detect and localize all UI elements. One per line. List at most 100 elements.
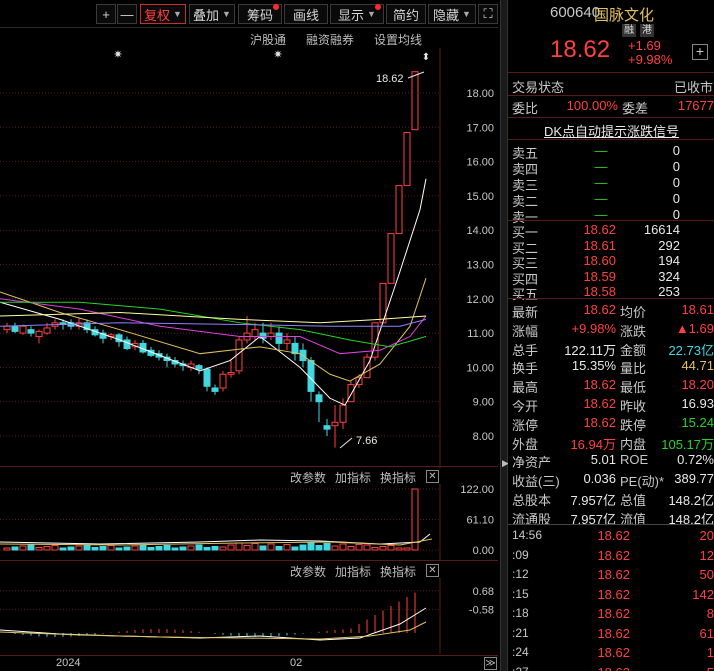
stat-value: 15.24 bbox=[681, 414, 714, 430]
hk-connect-badge: 港 bbox=[640, 24, 654, 37]
volume-bar bbox=[35, 547, 43, 551]
volume-bar bbox=[299, 544, 307, 551]
notification-dot-icon bbox=[375, 4, 381, 10]
panel-divider[interactable]: ▶ bbox=[500, 0, 509, 671]
volume-bar bbox=[147, 547, 155, 551]
hgt-link[interactable]: 沪股通 bbox=[250, 31, 286, 48]
volume-bar bbox=[219, 546, 227, 551]
scroll-end-icon[interactable]: ≫ bbox=[484, 657, 497, 670]
stat-value: 148.2亿 bbox=[668, 493, 714, 508]
indicator-panel-bar: 改参数 加指标 换指标 ✕ bbox=[0, 560, 498, 579]
stat-label: 量比 bbox=[620, 361, 647, 377]
stock-name[interactable]: 国脉文化 bbox=[594, 4, 654, 25]
volume-bar bbox=[315, 545, 323, 551]
tick-price: 18.62 bbox=[597, 528, 630, 543]
candle-body bbox=[331, 421, 339, 427]
event-marker-icon: ✷ bbox=[113, 49, 122, 61]
zoom-out-button[interactable]: — bbox=[117, 4, 137, 24]
candle-body bbox=[19, 325, 27, 334]
tick-price: 18.62 bbox=[597, 606, 630, 621]
stat-label: 涨停 bbox=[512, 417, 539, 433]
tick-volume: 50 bbox=[699, 567, 714, 582]
tick-volume: 142 bbox=[692, 586, 714, 602]
bid-price: 18.62 bbox=[583, 222, 616, 237]
low-price-label: 7.66 bbox=[356, 435, 377, 447]
bid-level-label: 买五 bbox=[512, 287, 539, 302]
bid-volume: 16614 bbox=[643, 222, 680, 237]
divider bbox=[508, 139, 714, 140]
y-tick-label: 9.00 bbox=[473, 397, 494, 409]
candle-body bbox=[339, 404, 347, 423]
bid-volume: 324 bbox=[658, 268, 680, 284]
tick-volume: 61 bbox=[699, 625, 714, 641]
y-tick-label: 122.00 bbox=[460, 484, 494, 496]
volume-chart[interactable]: 122.00 61.10 0.00 bbox=[0, 484, 498, 560]
tick-time: :27 bbox=[512, 665, 529, 671]
chouma-button[interactable]: 筹码 bbox=[238, 4, 282, 24]
zoom-in-button[interactable]: + bbox=[96, 4, 116, 24]
candle-body bbox=[403, 131, 411, 187]
volume-bar bbox=[259, 545, 267, 551]
stat-value: 44.71 bbox=[681, 358, 714, 374]
yincang-button[interactable]: 隐藏 ▼ bbox=[428, 4, 476, 24]
xianshi-button[interactable]: 显示 ▼ bbox=[330, 4, 384, 24]
candle-body bbox=[387, 233, 395, 284]
dk-signal-link[interactable]: DK点自动提示涨跌信号 bbox=[544, 121, 679, 140]
volume-bar bbox=[203, 547, 211, 551]
chouma-label: 筹码 bbox=[246, 7, 273, 23]
volume-bar bbox=[187, 545, 195, 551]
volume-bar bbox=[3, 547, 11, 551]
candle-body bbox=[283, 339, 291, 344]
fullscreen-button[interactable]: ⛶ bbox=[478, 4, 498, 24]
stat-value: 105.17万 bbox=[661, 436, 714, 452]
candle-body bbox=[411, 71, 419, 131]
y-tick-label: 10.00 bbox=[466, 362, 494, 374]
tick-time: :09 bbox=[512, 547, 529, 562]
ask-price: — bbox=[594, 143, 608, 158]
chart-area[interactable]: + — 复权 ▼ 叠加 ▼ 筹码 画线 显示 ▼ 简约 隐藏 ▼ ⛶ 沪股通 融资融券 … bbox=[0, 0, 498, 671]
stat-label: 总手 bbox=[512, 342, 539, 358]
stat-value: 18.61 bbox=[681, 302, 714, 317]
stat-label: 跌停 bbox=[620, 417, 647, 433]
huaxian-button[interactable]: 画线 bbox=[284, 4, 328, 24]
divider bbox=[508, 524, 714, 525]
ask-volume: 0 bbox=[672, 191, 680, 206]
y-tick-label: -0.58 bbox=[469, 605, 494, 617]
diejia-label: 叠加 bbox=[193, 7, 220, 23]
volume-bar bbox=[163, 545, 171, 551]
stat-value: 16.94万 bbox=[570, 436, 616, 452]
ask-price: — bbox=[594, 175, 608, 190]
set-ma-link[interactable]: 设置均线 bbox=[374, 31, 422, 48]
volume-bar bbox=[99, 546, 107, 551]
stat-value: 18.62 bbox=[583, 302, 616, 317]
fuquan-button[interactable]: 复权 ▼ bbox=[140, 4, 186, 24]
indicator-chart[interactable]: 1.980.68-0.58 bbox=[0, 578, 498, 654]
jianyue-button[interactable]: 简约 bbox=[386, 4, 426, 24]
divider bbox=[508, 117, 714, 118]
rzrq-link[interactable]: 融资融券 bbox=[306, 31, 354, 48]
divider bbox=[508, 220, 714, 221]
divider bbox=[508, 72, 714, 73]
volume-bar bbox=[379, 546, 387, 551]
tick-price: 18.62 bbox=[597, 586, 630, 602]
stat-label: 均价 bbox=[620, 305, 647, 320]
tick-price: 18.62 bbox=[597, 645, 630, 660]
ma5-line bbox=[0, 178, 427, 406]
volume-bar bbox=[411, 488, 419, 551]
vol-close-icon[interactable]: ✕ bbox=[426, 470, 439, 483]
stat-value: ▲1.69 bbox=[675, 320, 714, 336]
diejia-button[interactable]: 叠加 ▼ bbox=[189, 4, 235, 24]
price-change-pct: +9.98% bbox=[628, 52, 673, 67]
ind-close-icon[interactable]: ✕ bbox=[426, 564, 439, 577]
y-tick-label: 11.00 bbox=[467, 328, 494, 340]
candle-body bbox=[267, 332, 275, 338]
volume-bar bbox=[339, 543, 347, 551]
candle-body bbox=[11, 325, 19, 332]
add-watchlist-button[interactable]: + bbox=[692, 44, 708, 60]
stat-label: 总值 bbox=[620, 493, 647, 508]
stat-value: 122.11万 bbox=[564, 342, 616, 358]
volume-bar bbox=[83, 544, 91, 551]
kline-chart[interactable]: 18.00 17.00 16.00 15.00 14.00 13.00 12.00 11.00… bbox=[0, 48, 498, 468]
stat-value: 5.01 bbox=[590, 452, 616, 468]
bid-volume: 194 bbox=[658, 253, 680, 268]
